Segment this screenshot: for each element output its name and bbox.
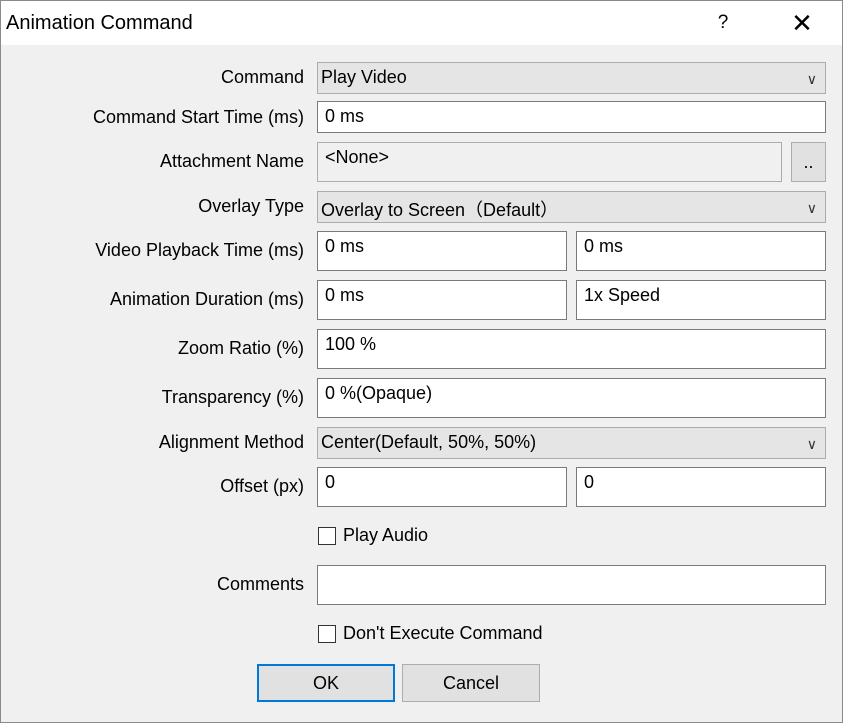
- duration-input[interactable]: 0 ms: [317, 280, 567, 320]
- overlay-type-select[interactable]: Overlay to Screen（Default） ∨: [317, 191, 826, 223]
- alignment-label: Alignment Method: [158, 432, 304, 452]
- command-select-value: Play Video: [321, 67, 407, 87]
- offset-y-input[interactable]: 0: [576, 467, 826, 507]
- close-icon[interactable]: ✕: [779, 5, 825, 41]
- dont-execute-label[interactable]: Don't Execute Command: [343, 623, 543, 644]
- attachment-browse-button[interactable]: ..: [791, 142, 826, 182]
- zoom-ratio-input[interactable]: 100 %: [317, 329, 826, 369]
- overlay-type-label: Overlay Type: [198, 196, 304, 216]
- comments-label: Comments: [216, 574, 304, 594]
- comments-input[interactable]: [317, 565, 826, 605]
- speed-input[interactable]: 1x Speed: [576, 280, 826, 320]
- transparency-label: Transparency (%): [161, 387, 304, 407]
- chevron-down-icon: ∨: [806, 71, 817, 87]
- window-title: Animation Command: [6, 12, 193, 34]
- duration-label: Animation Duration (ms): [109, 289, 304, 309]
- ok-button[interactable]: OK: [257, 664, 395, 702]
- start-time-input[interactable]: 0 ms: [317, 101, 826, 133]
- dont-execute-box[interactable]: [318, 625, 336, 643]
- playback-start-input[interactable]: 0 ms: [317, 231, 567, 271]
- overlay-type-value: Overlay to Screen（Default）: [321, 200, 559, 220]
- playback-end-input[interactable]: 0 ms: [576, 231, 826, 271]
- zoom-ratio-label: Zoom Ratio (%): [177, 338, 304, 358]
- playback-time-label: Video Playback Time (ms): [95, 240, 304, 260]
- title-bar: Animation Command ? ✕: [1, 1, 842, 45]
- alignment-value: Center(Default, 50%, 50%): [321, 432, 537, 452]
- command-select[interactable]: Play Video ∨: [317, 62, 826, 94]
- cancel-button[interactable]: Cancel: [402, 664, 540, 702]
- offset-label: Offset (px): [220, 476, 304, 496]
- attachment-label: Attachment Name: [159, 151, 304, 171]
- start-time-label: Command Start Time (ms): [92, 107, 304, 127]
- attachment-field: <None>: [317, 142, 782, 182]
- help-icon[interactable]: ?: [701, 5, 745, 41]
- alignment-select[interactable]: Center(Default, 50%, 50%) ∨: [317, 427, 826, 459]
- chevron-down-icon: ∨: [806, 436, 817, 452]
- transparency-input[interactable]: 0 %(Opaque): [317, 378, 826, 418]
- play-audio-label[interactable]: Play Audio: [343, 525, 428, 546]
- offset-x-input[interactable]: 0: [317, 467, 567, 507]
- command-label: Command: [220, 67, 304, 87]
- chevron-down-icon: ∨: [806, 200, 817, 216]
- play-audio-box[interactable]: [318, 527, 336, 545]
- animation-command-dialog: Animation Command ? ✕ Command Play Video…: [0, 0, 843, 723]
